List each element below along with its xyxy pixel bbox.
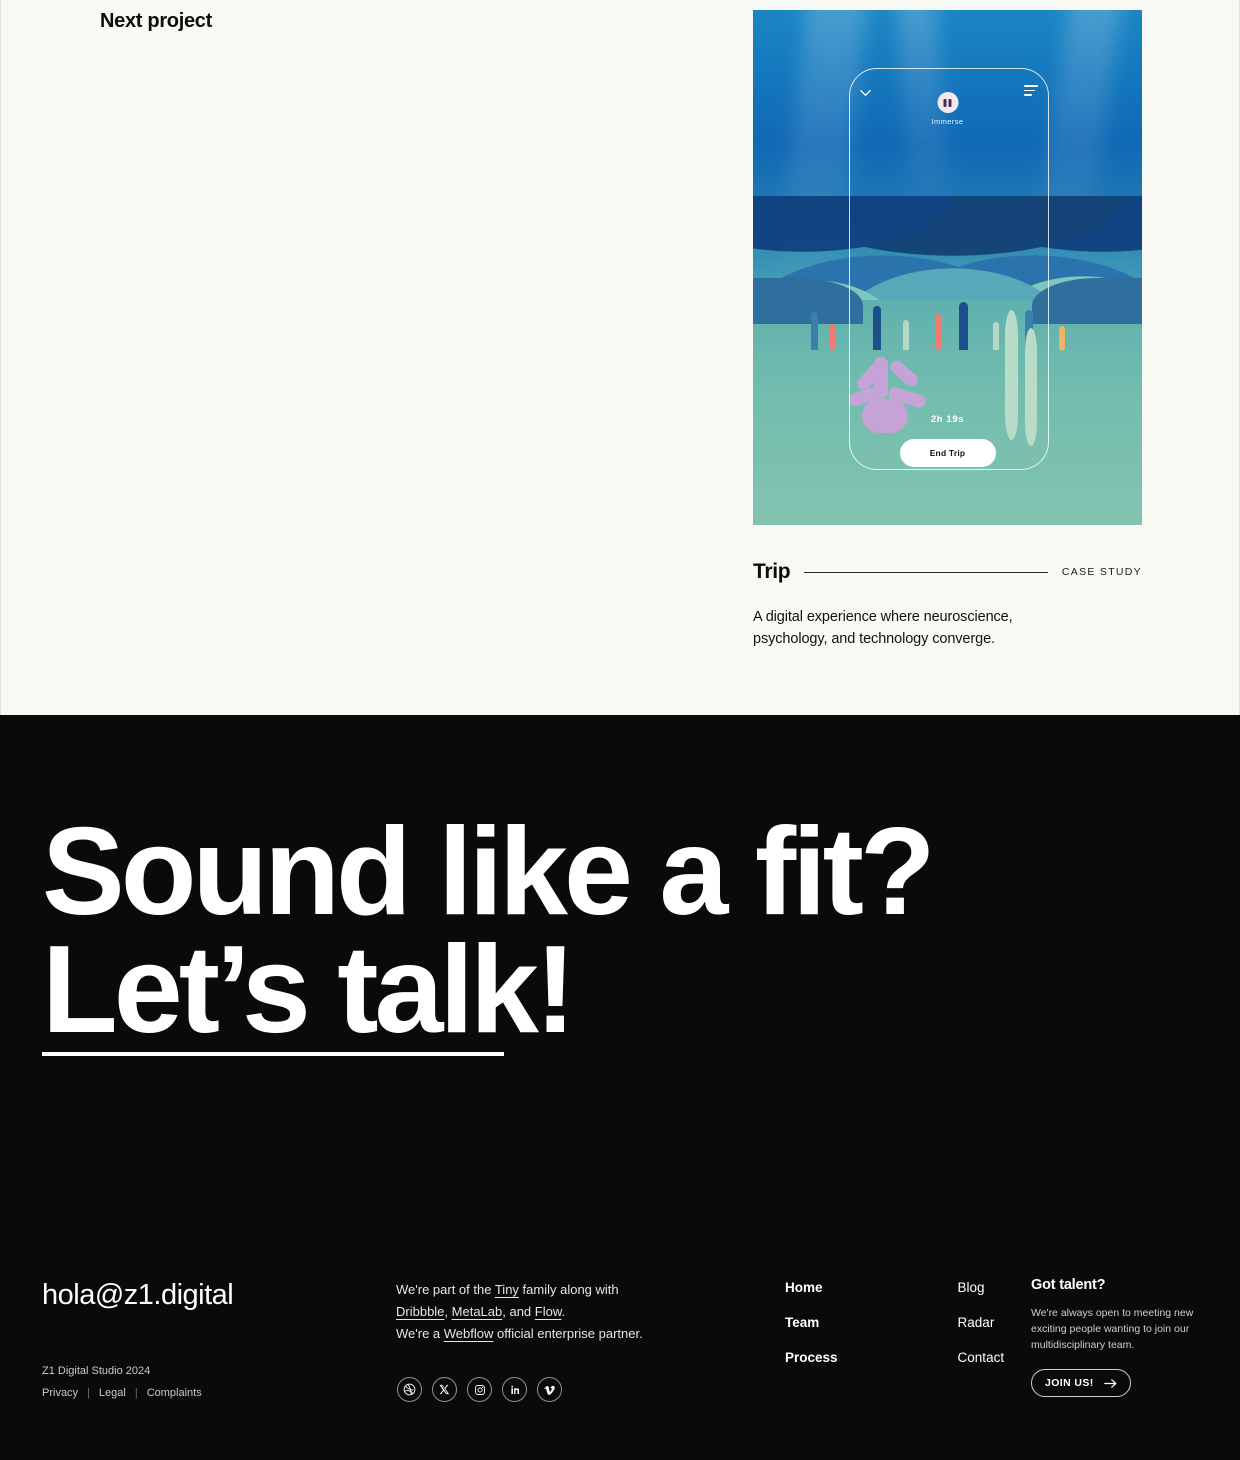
about-sep2: , and	[502, 1304, 535, 1319]
about-line2-end: .	[561, 1304, 566, 1319]
link-webflow[interactable]: Webflow	[444, 1326, 494, 1341]
linkedin-icon[interactable]	[502, 1377, 527, 1402]
footer-talent-block: Got talent? We're always open to meeting…	[1031, 1277, 1211, 1397]
trip-timer: 2h 19s	[930, 414, 965, 425]
join-us-button[interactable]: JOIN US!	[1031, 1369, 1131, 1397]
cta-heading: Sound like a fit? Let’s talk!	[42, 803, 936, 1059]
chevron-down-icon[interactable]	[859, 86, 872, 99]
nav-link-radar[interactable]: Radar	[958, 1315, 1005, 1330]
vimeo-icon[interactable]	[537, 1377, 562, 1402]
join-us-label: JOIN US!	[1045, 1377, 1094, 1389]
next-project-section: Next project Immerse 2h 19s End Trip Tri…	[0, 0, 1240, 715]
footer-nav-secondary: Blog Radar Contact	[958, 1280, 1005, 1365]
about-line1-a: We're part of the	[396, 1282, 495, 1297]
cta-underline	[42, 1052, 504, 1056]
x-icon[interactable]	[432, 1377, 457, 1402]
arrow-right-icon	[1103, 1378, 1117, 1388]
cta-section: Sound like a fit? Let’s talk!	[0, 715, 1240, 1255]
talent-heading: Got talent?	[1031, 1277, 1106, 1293]
playlist-icon[interactable]	[1024, 85, 1038, 97]
legal-link-legal[interactable]: Legal	[99, 1387, 126, 1399]
footer-copyright: Z1 Digital Studio 2024	[42, 1365, 151, 1377]
link-metalab[interactable]: MetaLab	[452, 1304, 503, 1319]
separator: |	[134, 1387, 138, 1399]
legal-link-privacy[interactable]: Privacy	[42, 1387, 78, 1399]
cta-heading-line1: Sound like a fit?	[42, 803, 936, 941]
footer: hola@z1.digital Z1 Digital Studio 2024 P…	[0, 1255, 1240, 1460]
now-playing-label: Immerse	[931, 117, 964, 126]
pause-button[interactable]	[937, 92, 958, 113]
link-flow[interactable]: Flow	[535, 1304, 562, 1319]
dribbble-icon[interactable]	[397, 1377, 422, 1402]
project-description: A digital experience where neuroscience,…	[753, 609, 1013, 648]
about-line1-b: family along with	[518, 1282, 619, 1297]
footer-nav: Home Team Process Blog Radar Contact	[785, 1280, 1004, 1365]
link-tiny[interactable]: Tiny	[495, 1282, 519, 1297]
footer-about-text: We're part of the Tiny family along with…	[396, 1279, 696, 1345]
nav-link-blog[interactable]: Blog	[958, 1280, 1005, 1295]
next-project-label: Next project	[100, 10, 212, 32]
divider	[804, 571, 1048, 573]
footer-email-link[interactable]: hola@z1.digital	[42, 1279, 234, 1312]
nav-link-process[interactable]: Process	[785, 1350, 838, 1365]
footer-social-links	[397, 1377, 562, 1402]
phone-frame	[849, 68, 1049, 470]
nav-link-home[interactable]: Home	[785, 1280, 838, 1295]
legal-link-complaints[interactable]: Complaints	[147, 1387, 202, 1399]
footer-legal-links: Privacy | Legal | Complaints	[42, 1387, 202, 1399]
cta-heading-line2: Let’s talk!	[42, 921, 576, 1059]
about-line3-a: We're a	[396, 1326, 444, 1341]
project-card[interactable]: Immerse Guide my trip Record a thought 2…	[753, 10, 1142, 650]
separator: |	[87, 1387, 90, 1399]
about-line3-b: official enterprise partner.	[493, 1326, 643, 1341]
talent-body: We're always open to meeting new excitin…	[1031, 1307, 1194, 1351]
footer-nav-primary: Home Team Process	[785, 1280, 838, 1365]
project-title-row: Trip CASE STUDY	[753, 560, 1142, 584]
nav-link-team[interactable]: Team	[785, 1315, 838, 1330]
case-study-badge: CASE STUDY	[1061, 566, 1142, 578]
end-trip-button[interactable]: End Trip	[899, 439, 996, 467]
project-title: Trip	[753, 560, 791, 583]
about-sep1: ,	[444, 1304, 452, 1319]
nav-link-contact[interactable]: Contact	[958, 1350, 1005, 1365]
link-dribbble[interactable]: Dribbble	[396, 1304, 444, 1319]
instagram-icon[interactable]	[467, 1377, 492, 1402]
